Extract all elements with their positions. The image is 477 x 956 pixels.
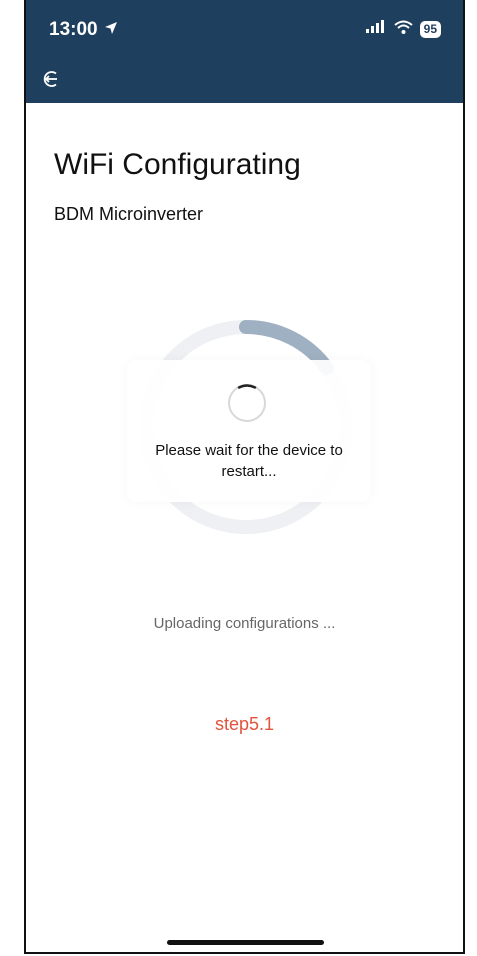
loading-message: Please wait for the device to restart... [155,442,343,480]
home-indicator[interactable] [167,940,324,945]
status-time: 13:00 [49,19,118,41]
wifi-icon [394,20,413,39]
spinner-icon [228,384,266,422]
status-text: Uploading configurations ... [153,615,336,632]
battery-level: 95 [419,21,441,38]
step-label: step5.1 [214,714,275,734]
location-arrow-icon [104,19,118,41]
page-title: WiFi Configurating [54,148,301,181]
device-name: BDM Microinverter [54,204,204,224]
back-circle-arrow-icon [43,71,57,87]
signal-icon [365,20,387,39]
loading-overlay: Please wait for the device to restart... [127,360,371,502]
phone-frame: 13:00 95 WiFi Configurating BDM Microinv… [24,0,465,954]
top-bar: 13:00 95 [26,0,463,103]
status-icons: 95 [365,20,441,39]
back-button[interactable] [40,68,62,90]
time-label: 13:00 [49,19,98,40]
